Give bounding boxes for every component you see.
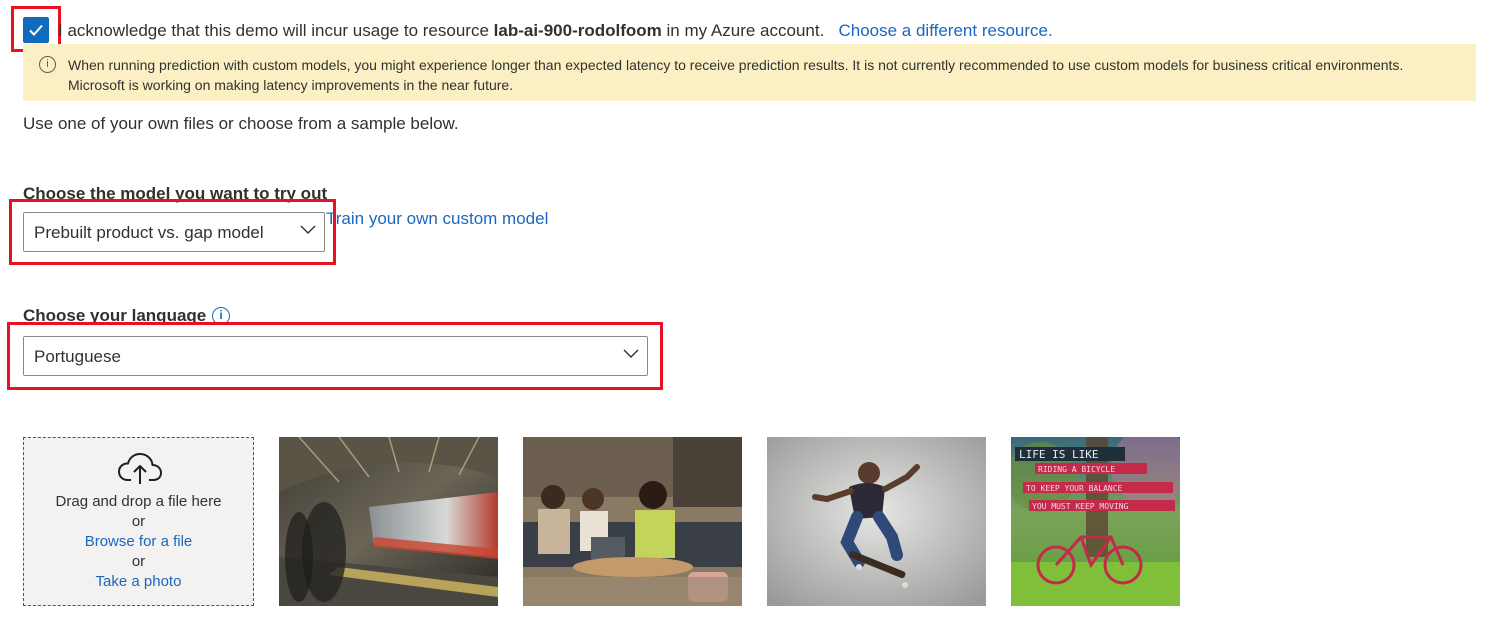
latency-warning-banner: i When running prediction with custom mo… (23, 44, 1476, 101)
language-dropdown-value: Portuguese (34, 347, 121, 366)
or-text: or (131, 513, 146, 530)
office-meeting-photo (523, 437, 742, 606)
take-photo-link[interactable]: Take a photo (24, 572, 253, 592)
model-label: Choose the model you want to try out (23, 184, 328, 203)
or-text: or (131, 553, 146, 570)
sample-image-skateboarder[interactable] (767, 437, 986, 606)
language-info-icon[interactable]: i (212, 307, 230, 325)
language-label: Choose your language (23, 306, 207, 325)
chevron-down-icon (623, 349, 639, 358)
sample-line-2: RIDING A BICYCLE (1038, 465, 1115, 474)
acknowledge-text: I acknowledge that this demo will incur … (58, 20, 1053, 42)
model-dropdown[interactable]: Prebuilt product vs. gap model (23, 212, 325, 252)
sample-image-life-is-like[interactable]: LIFE IS LIKE RIDING A BICYCLE TO KEEP YO… (1011, 437, 1180, 606)
skateboarder-photo (767, 437, 986, 606)
acknowledge-checkbox[interactable] (23, 17, 49, 43)
language-dropdown[interactable]: Portuguese (23, 336, 648, 376)
cloud-upload-icon (118, 453, 162, 484)
resource-name: lab-ai-900-rodolfoom (493, 21, 662, 40)
sample-image-office-meeting[interactable] (523, 437, 742, 606)
sample-line-1: LIFE IS LIKE (1019, 448, 1098, 461)
model-dropdown-value: Prebuilt product vs. gap model (34, 223, 264, 242)
ack-suffix: in my Azure account. (666, 21, 825, 40)
file-drop-zone[interactable]: Drag and drop a file here or Browse for … (23, 437, 254, 606)
sample-image-train-station[interactable] (279, 437, 498, 606)
intro-text: Use one of your own files or choose from… (23, 114, 459, 133)
info-icon: i (39, 56, 56, 73)
chevron-down-icon (300, 225, 316, 234)
browse-file-link[interactable]: Browse for a file (24, 532, 253, 552)
checkmark-icon (29, 24, 43, 36)
sample-line-3: TO KEEP YOUR BALANCE (1026, 484, 1123, 493)
train-custom-model-link[interactable]: Train your own custom model (326, 208, 548, 230)
sample-line-4: YOU MUST KEEP MOVING (1032, 502, 1129, 511)
choose-resource-link[interactable]: Choose a different resource. (838, 21, 1052, 40)
train-station-photo (279, 437, 498, 606)
ack-prefix: I acknowledge that this demo will incur … (58, 21, 489, 40)
banner-text: When running prediction with custom mode… (68, 57, 1404, 93)
drag-drop-text: Drag and drop a file here (55, 493, 222, 510)
life-is-like-photo: LIFE IS LIKE RIDING A BICYCLE TO KEEP YO… (1011, 437, 1180, 606)
